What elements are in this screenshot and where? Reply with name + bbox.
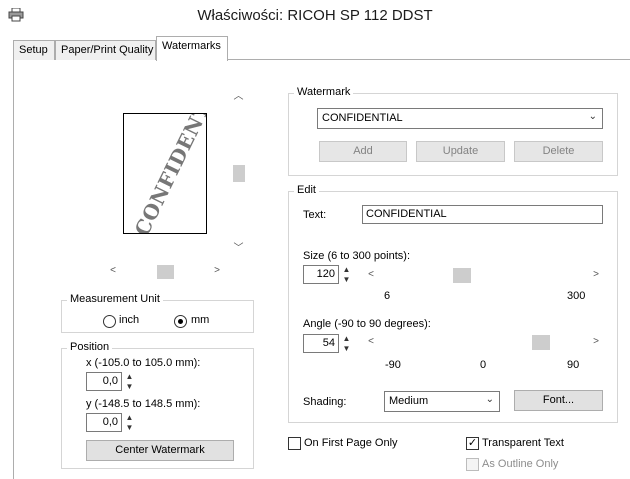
measurement-unit-label: Measurement Unit — [67, 293, 163, 305]
size-min-label: 6 — [384, 290, 391, 302]
watermark-group — [288, 93, 618, 176]
window-title: Właściwości: RICOH SP 112 DDST — [197, 7, 433, 24]
angle-spinner[interactable]: ▲ ▼ — [341, 334, 352, 354]
watermark-group-label: Watermark — [294, 86, 354, 98]
y-range-label: y (-148.5 to 148.5 mm): — [86, 398, 201, 410]
spin-up-icon[interactable]: ▲ — [341, 265, 352, 275]
preview-watermark-text: CONFIDENTIAL — [129, 113, 207, 234]
spin-up-icon[interactable]: ▲ — [341, 334, 352, 344]
preview-vertical-scrollbar[interactable]: ︿ ﹀ — [231, 88, 246, 258]
update-button[interactable]: Update — [416, 141, 505, 162]
x-position-input[interactable]: 0,0 — [86, 372, 122, 391]
mm-label: mm — [191, 314, 210, 326]
x-range-label: x (-105.0 to 105.0 mm): — [86, 357, 201, 369]
size-slider[interactable]: < > — [364, 268, 603, 283]
spin-up-icon[interactable]: ▲ — [124, 413, 135, 423]
angle-input[interactable]: 54 — [303, 334, 339, 353]
title-bar: Właściwości: RICOH SP 112 DDST — [0, 0, 630, 34]
tab-watermarks[interactable]: Watermarks — [156, 36, 228, 61]
tab-setup[interactable]: Setup — [13, 40, 55, 60]
tab-paper-print-quality[interactable]: Paper/Print Quality — [55, 40, 156, 60]
angle-min-label: -90 — [385, 359, 401, 371]
outline-only-label: As Outline Only — [482, 458, 559, 470]
spin-down-icon[interactable]: ▼ — [124, 382, 135, 392]
size-max-label: 300 — [567, 290, 586, 302]
edit-group-label: Edit — [294, 184, 319, 196]
watermark-preview: CONFIDENTIAL — [123, 113, 207, 234]
size-input[interactable]: 120 — [303, 265, 339, 284]
first-page-only-label: On First Page Only — [304, 437, 398, 449]
vertical-scroll-thumb[interactable] — [233, 165, 245, 182]
slider-left-icon[interactable]: < — [365, 335, 377, 349]
inch-radio[interactable] — [103, 315, 116, 328]
scroll-right-icon[interactable]: > — [211, 264, 223, 278]
watermark-select-value: CONFIDENTIAL — [322, 112, 403, 124]
horizontal-scroll-thumb[interactable] — [157, 265, 174, 279]
first-page-only-checkbox[interactable] — [288, 437, 301, 450]
chevron-down-icon: ⌄ — [485, 394, 494, 405]
angle-max-label: 90 — [567, 359, 580, 371]
spin-up-icon[interactable]: ▲ — [124, 372, 135, 382]
slider-right-icon[interactable]: > — [590, 268, 602, 282]
spin-down-icon[interactable]: ▼ — [341, 344, 352, 354]
tab-strip: Setup Paper/Print Quality Watermarks — [0, 36, 630, 61]
watermark-select[interactable]: CONFIDENTIAL ⌄ — [317, 108, 603, 129]
size-spinner[interactable]: ▲ ▼ — [341, 265, 352, 285]
transparent-text-label: Transparent Text — [482, 437, 564, 449]
shading-select-value: Medium — [389, 395, 429, 407]
outline-only-checkbox[interactable] — [466, 458, 479, 471]
scroll-left-icon[interactable]: < — [107, 264, 119, 278]
y-position-input[interactable]: 0,0 — [86, 413, 122, 432]
x-position-spinner[interactable]: ▲ ▼ — [124, 372, 135, 392]
add-button[interactable]: Add — [319, 141, 407, 162]
watermark-text-input[interactable]: CONFIDENTIAL — [362, 205, 603, 224]
spin-down-icon[interactable]: ▼ — [341, 275, 352, 285]
angle-slider-thumb[interactable] — [531, 335, 550, 350]
angle-slider[interactable]: < > — [364, 335, 603, 350]
transparent-text-checkbox[interactable]: ✓ — [466, 437, 479, 450]
edit-group — [288, 191, 618, 423]
size-slider-thumb[interactable] — [452, 268, 471, 283]
chevron-down-icon: ⌄ — [588, 111, 597, 122]
center-watermark-button[interactable]: Center Watermark — [86, 440, 234, 461]
scroll-up-icon[interactable]: ︿ — [231, 90, 246, 104]
inch-label: inch — [119, 314, 140, 326]
mm-radio[interactable] — [174, 315, 187, 328]
y-position-spinner[interactable]: ▲ ▼ — [124, 413, 135, 433]
font-button[interactable]: Font... — [514, 390, 603, 411]
slider-right-icon[interactable]: > — [590, 335, 602, 349]
angle-mid-label: 0 — [480, 359, 487, 371]
delete-button[interactable]: Delete — [514, 141, 603, 162]
text-label: Text: — [303, 209, 327, 221]
slider-left-icon[interactable]: < — [365, 268, 377, 282]
angle-range-label: Angle (-90 to 90 degrees): — [303, 318, 431, 330]
size-range-label: Size (6 to 300 points): — [303, 250, 411, 262]
preview-horizontal-scrollbar[interactable]: < > — [105, 264, 225, 280]
spin-down-icon[interactable]: ▼ — [124, 423, 135, 433]
position-label: Position — [67, 341, 113, 353]
scroll-down-icon[interactable]: ﹀ — [231, 242, 246, 256]
shading-select[interactable]: Medium ⌄ — [384, 391, 500, 412]
shading-label: Shading: — [303, 396, 347, 408]
